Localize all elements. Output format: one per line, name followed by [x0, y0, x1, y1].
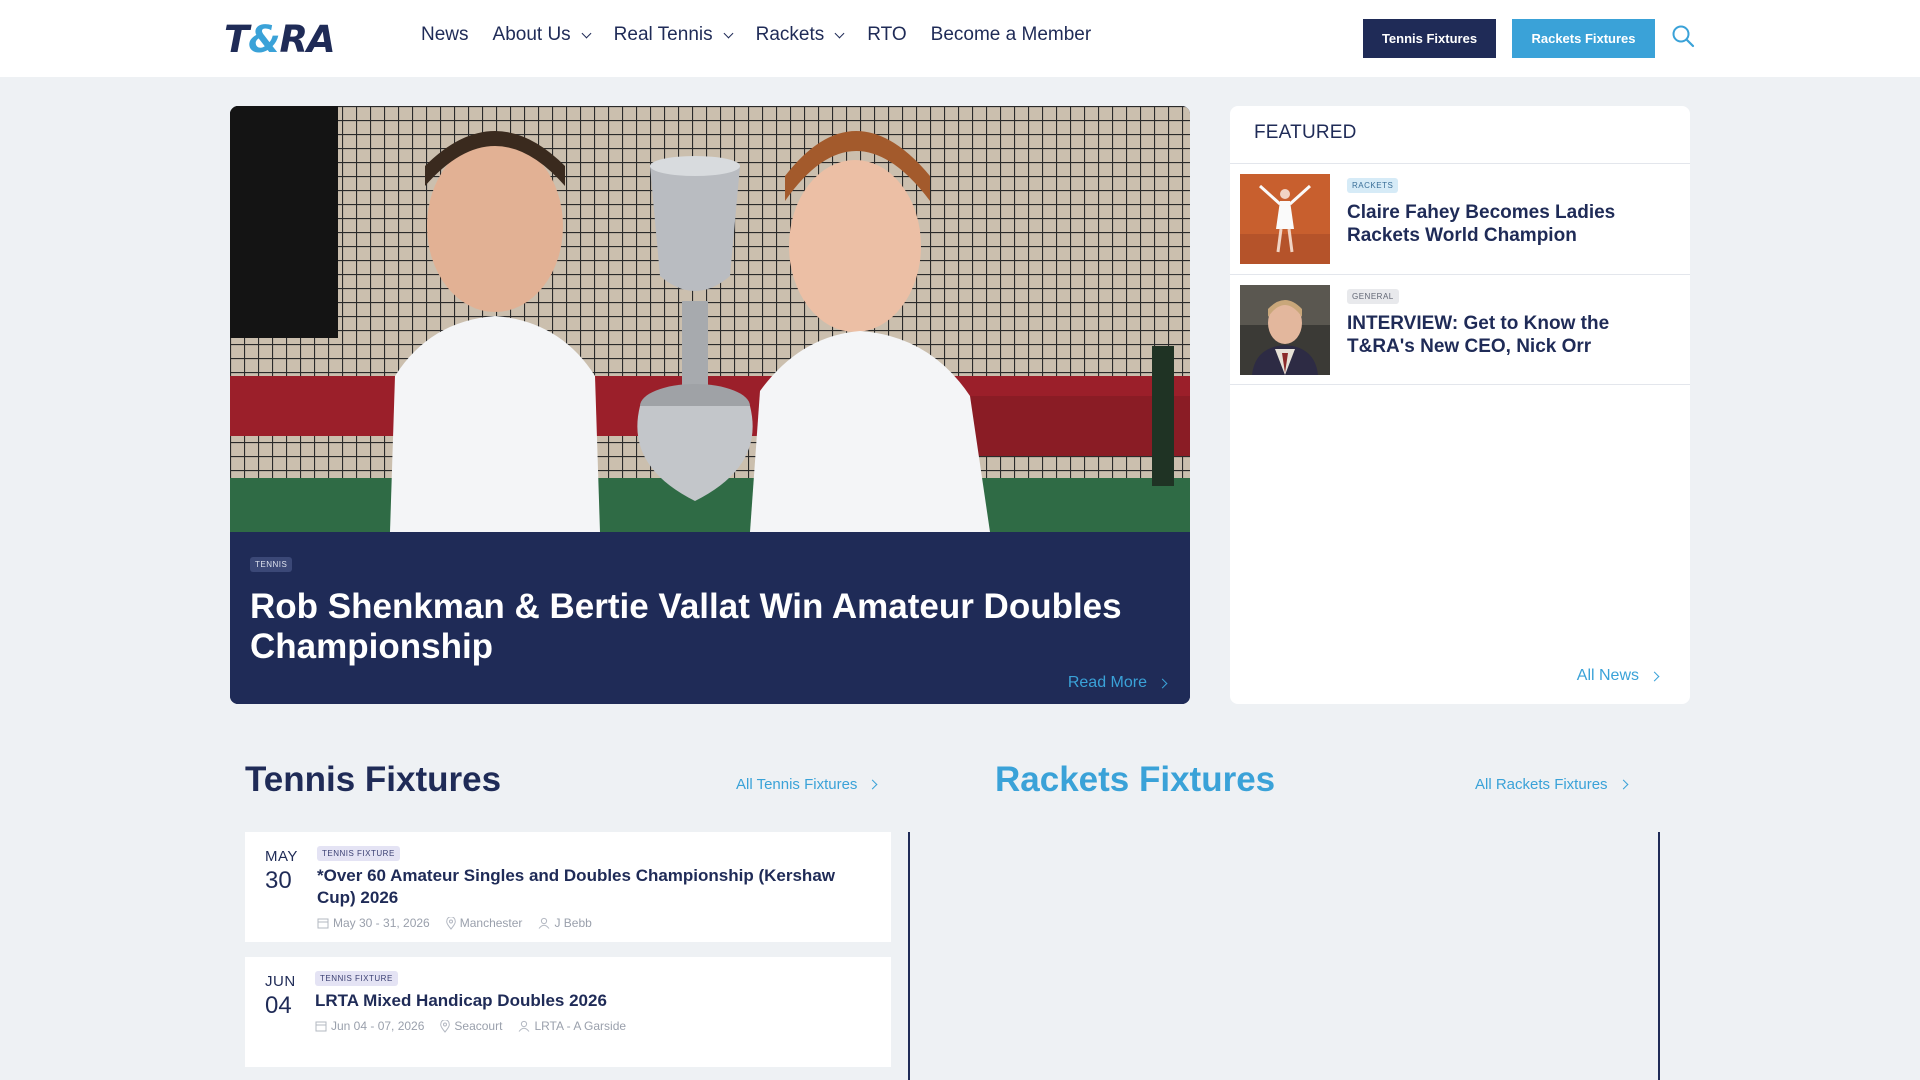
- main-nav: News About Us Real Tennis Rackets RTO Be…: [421, 24, 1091, 46]
- all-tennis-fixtures-label: All Tennis Fixtures: [736, 776, 858, 793]
- fixture-title[interactable]: LRTA Mixed Handicap Doubles 2026: [315, 990, 875, 1012]
- chevron-right-icon: [1618, 779, 1628, 790]
- nav-label: About Us: [492, 24, 571, 45]
- all-tennis-fixtures-link[interactable]: All Tennis Fixtures: [736, 776, 878, 793]
- tennis-fixtures-scrollbar[interactable]: [908, 832, 910, 1080]
- featured-headline[interactable]: INTERVIEW: Get to Know the T&RA's New CE…: [1347, 312, 1647, 358]
- fixture-day: 30: [265, 867, 292, 894]
- fixture-organiser: LRTA - A Garside: [518, 1019, 626, 1033]
- fixture-meta: Jun 04 - 07, 2026 Seacourt LRTA - A Gars…: [315, 1019, 626, 1033]
- hero-photo: [230, 106, 1190, 532]
- nav-item-rackets[interactable]: Rackets: [755, 24, 845, 46]
- nav-item-about-us[interactable]: About Us: [492, 24, 592, 46]
- nav-item-real-tennis[interactable]: Real Tennis: [613, 24, 734, 46]
- tennis-fixtures-heading: Tennis Fixtures: [245, 760, 502, 799]
- category-badge[interactable]: RACKETS: [1347, 178, 1399, 193]
- nav-label: Become a Member: [930, 24, 1092, 45]
- chevron-down-icon: [581, 28, 592, 38]
- rackets-fixtures-heading: Rackets Fixtures: [995, 760, 1276, 799]
- fixture-title[interactable]: *Over 60 Amateur Singles and Doubles Cha…: [317, 865, 877, 909]
- featured-item[interactable]: RACKETS Claire Fahey Becomes Ladies Rack…: [1230, 163, 1690, 274]
- read-more-label: Read More: [1067, 674, 1147, 691]
- calendar-icon: [317, 918, 329, 929]
- fixture-venue: Seacourt: [440, 1019, 502, 1033]
- person-icon: [539, 917, 550, 929]
- all-news-link[interactable]: All News: [1576, 667, 1660, 685]
- nav-item-become-a-member[interactable]: Become a Member: [931, 24, 1092, 46]
- location-pin-icon: [445, 916, 456, 930]
- logo-ampersand: &: [248, 18, 280, 61]
- featured-item[interactable]: GENERAL INTERVIEW: Get to Know the T&RA'…: [1230, 274, 1690, 385]
- fixture-dates-text: May 30 - 31, 2026: [333, 916, 430, 930]
- site-logo[interactable]: T&RA: [224, 18, 336, 61]
- all-news-label: All News: [1576, 667, 1639, 684]
- fixture-dates: Jun 04 - 07, 2026: [315, 1019, 424, 1033]
- fixture-day: 04: [265, 992, 292, 1019]
- nav-label: Real Tennis: [613, 24, 713, 45]
- chevron-down-icon: [834, 28, 845, 38]
- tennis-fixtures-button[interactable]: Tennis Fixtures: [1363, 19, 1496, 58]
- search-icon[interactable]: [1671, 24, 1695, 48]
- nav-label: Rackets: [755, 24, 825, 45]
- fixture-dates-text: Jun 04 - 07, 2026: [331, 1019, 425, 1033]
- fixture-card[interactable]: JUN 04 TENNIS FIXTURE LRTA Mixed Handica…: [245, 957, 891, 1067]
- read-more-link[interactable]: Read More: [1067, 674, 1168, 692]
- hero-headline[interactable]: Rob Shenkman & Bertie Vallat Win Amateur…: [250, 587, 1150, 667]
- nav-label: News: [421, 24, 469, 45]
- chevron-right-icon: [1157, 678, 1168, 688]
- nav-item-news[interactable]: News: [421, 24, 469, 46]
- featured-headline[interactable]: Claire Fahey Becomes Ladies Rackets Worl…: [1347, 201, 1647, 247]
- fixture-month: JUN: [265, 973, 296, 990]
- fixture-venue: Manchester: [445, 916, 523, 930]
- fixture-venue-text: Seacourt: [454, 1019, 503, 1033]
- calendar-icon: [315, 1021, 327, 1032]
- rackets-fixtures-scrollbar[interactable]: [1658, 832, 1660, 1080]
- fixture-month: MAY: [265, 848, 298, 865]
- fixture-organiser-text: J Bebb: [554, 916, 592, 930]
- nav-item-rto[interactable]: RTO: [867, 24, 906, 46]
- nav-label: RTO: [867, 24, 907, 45]
- fixture-venue-text: Manchester: [459, 916, 523, 930]
- featured-panel: FEATURED RACKETS Claire Fahey Becomes La…: [1230, 106, 1690, 704]
- fixture-organiser: J Bebb: [538, 916, 592, 930]
- fixture-card[interactable]: MAY 30 TENNIS FIXTURE *Over 60 Amateur S…: [245, 832, 891, 942]
- chevron-right-icon: [867, 779, 878, 790]
- logo-t: T: [224, 18, 249, 61]
- person-icon: [519, 1020, 530, 1032]
- category-badge[interactable]: TENNIS: [250, 557, 293, 572]
- site-header: T&RA News About Us Real Tennis Rackets R…: [0, 0, 1920, 77]
- featured-thumbnail[interactable]: [1240, 174, 1330, 264]
- hero-article-card[interactable]: TENNIS Rob Shenkman & Bertie Vallat Win …: [230, 106, 1190, 704]
- hero-caption: TENNIS Rob Shenkman & Bertie Vallat Win …: [230, 532, 1190, 704]
- rackets-fixtures-button[interactable]: Rackets Fixtures: [1512, 19, 1655, 58]
- featured-thumbnail[interactable]: [1240, 285, 1330, 375]
- chevron-right-icon: [1649, 671, 1660, 681]
- category-badge: TENNIS FIXTURE: [317, 846, 400, 861]
- logo-ra: RA: [279, 18, 336, 61]
- featured-heading: FEATURED: [1254, 122, 1357, 143]
- category-badge: TENNIS FIXTURE: [315, 971, 398, 986]
- location-pin-icon: [440, 1019, 451, 1033]
- category-badge[interactable]: GENERAL: [1347, 289, 1399, 304]
- fixture-dates: May 30 - 31, 2026: [317, 916, 430, 930]
- fixture-meta: May 30 - 31, 2026 Manchester J Bebb: [317, 916, 592, 930]
- chevron-down-icon: [723, 28, 734, 38]
- all-rackets-fixtures-link[interactable]: All Rackets Fixtures: [1475, 776, 1628, 793]
- all-rackets-fixtures-label: All Rackets Fixtures: [1475, 776, 1608, 793]
- fixture-organiser-text: LRTA - A Garside: [534, 1019, 627, 1033]
